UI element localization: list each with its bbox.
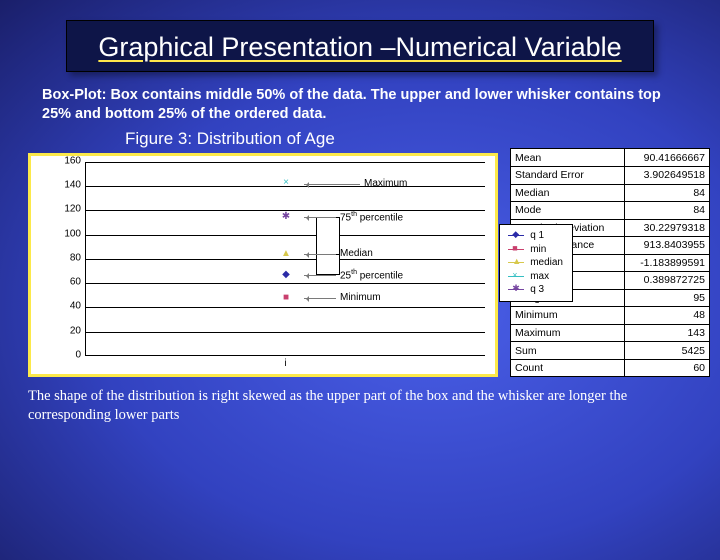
arrow-max bbox=[304, 184, 360, 185]
legend-q1: q 1 bbox=[528, 230, 565, 242]
table-row: Count60 bbox=[511, 359, 710, 377]
boxplot-chart: 0 20 40 60 80 100 120 140 160 × ✱ ▲ ◆ ■ bbox=[28, 153, 498, 377]
ytick-140: 140 bbox=[61, 180, 81, 191]
figure-title: Figure 3: Distribution of Age bbox=[125, 129, 720, 149]
ytick-80: 80 bbox=[61, 253, 81, 264]
label-p25: 25th percentile bbox=[340, 269, 403, 281]
ytick-20: 20 bbox=[61, 326, 81, 337]
max-marker: × bbox=[283, 178, 289, 188]
label-p75: 75th percentile bbox=[340, 211, 403, 223]
content-row: 0 20 40 60 80 100 120 140 160 × ✱ ▲ ◆ ■ bbox=[28, 153, 720, 377]
ytick-120: 120 bbox=[61, 204, 81, 215]
q3-marker: ✱ bbox=[282, 212, 290, 222]
arrow-p25 bbox=[304, 275, 336, 276]
boxplot-description: Box-Plot: Box contains middle 50% of the… bbox=[42, 86, 678, 124]
label-minimum: Minimum bbox=[340, 292, 381, 303]
table-row: Standard Error3.902649518 bbox=[511, 166, 710, 184]
arrow-p75 bbox=[304, 217, 336, 218]
table-row: Sum5425 bbox=[511, 342, 710, 360]
arrow-min bbox=[304, 298, 336, 299]
ytick-60: 60 bbox=[61, 277, 81, 288]
label-maximum: Maximum bbox=[364, 178, 407, 189]
table-row: Mean90.41666667 bbox=[511, 149, 710, 167]
q1-marker: ◆ bbox=[282, 270, 290, 280]
ytick-160: 160 bbox=[61, 156, 81, 167]
ytick-0: 0 bbox=[61, 350, 81, 361]
label-median: Median bbox=[340, 248, 373, 259]
table-row: Maximum143 bbox=[511, 324, 710, 342]
x-category: i bbox=[284, 358, 286, 369]
ytick-100: 100 bbox=[61, 229, 81, 240]
chart-legend: q 1 min median max q 3 bbox=[499, 224, 573, 302]
ytick-40: 40 bbox=[61, 301, 81, 312]
title-box: Graphical Presentation –Numerical Variab… bbox=[66, 20, 654, 72]
plot-area: × ✱ ▲ ◆ ■ Maximum 75th percentile Median… bbox=[85, 162, 485, 356]
table-row: Mode84 bbox=[511, 202, 710, 220]
slide-title: Graphical Presentation –Numerical Variab… bbox=[81, 31, 639, 65]
table-row: Median84 bbox=[511, 184, 710, 202]
footer-note: The shape of the distribution is right s… bbox=[28, 387, 692, 423]
legend-q3: q 3 bbox=[528, 284, 565, 296]
median-marker: ▲ bbox=[281, 249, 291, 259]
min-marker: ■ bbox=[283, 293, 289, 303]
box-body bbox=[316, 217, 340, 275]
table-row: Minimum48 bbox=[511, 307, 710, 325]
legend-max: max bbox=[528, 271, 565, 283]
legend-min: min bbox=[528, 244, 565, 256]
legend-median: median bbox=[528, 257, 565, 269]
arrow-median bbox=[304, 254, 336, 255]
